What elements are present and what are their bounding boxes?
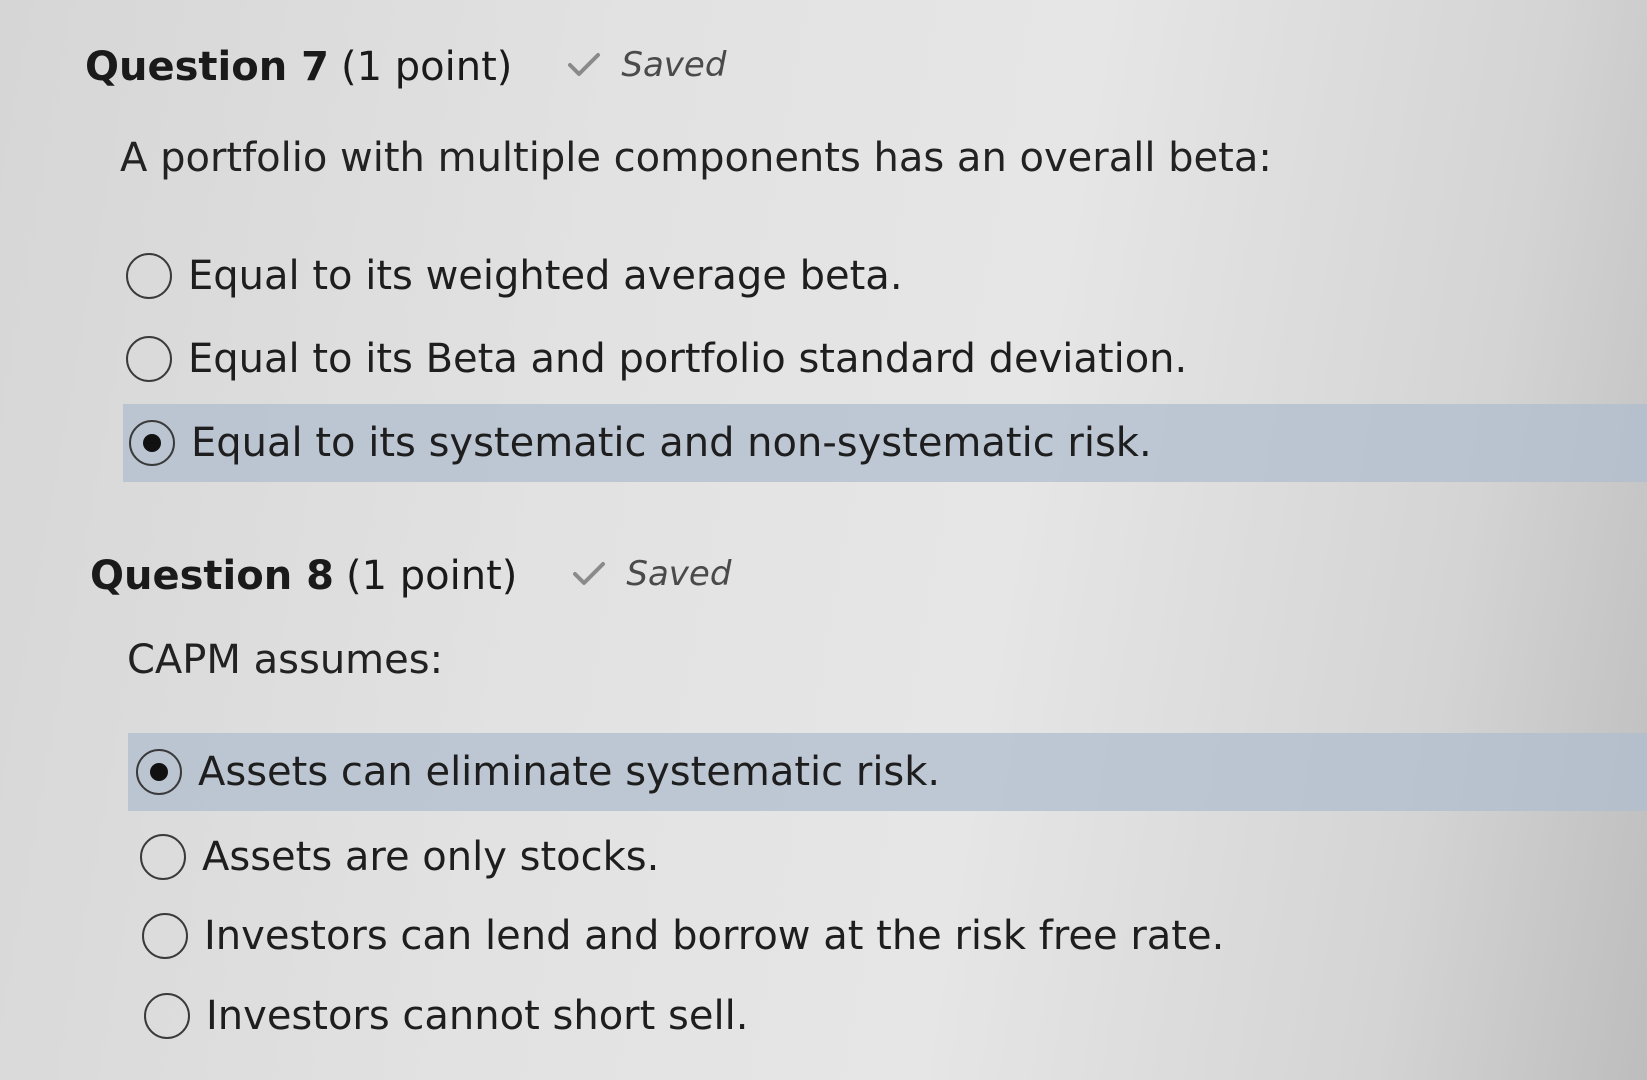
radio-button[interactable] bbox=[136, 749, 182, 795]
question-prompt: CAPM assumes: bbox=[127, 637, 444, 683]
answer-option[interactable]: Assets are only stocks. bbox=[140, 818, 1647, 896]
answer-label: Equal to its weighted average beta. bbox=[188, 253, 903, 299]
check-icon bbox=[568, 53, 601, 76]
saved-label: Saved bbox=[626, 554, 732, 594]
radio-dot bbox=[143, 434, 161, 452]
answer-label: Assets are only stocks. bbox=[202, 834, 660, 880]
answer-option[interactable]: Equal to its weighted average beta. bbox=[126, 237, 1647, 315]
question-title: Question 7 bbox=[85, 44, 329, 90]
answer-label: Assets can eliminate systematic risk. bbox=[198, 749, 941, 795]
answer-option-selected[interactable]: Assets can eliminate systematic risk. bbox=[128, 733, 1647, 811]
check-icon bbox=[573, 562, 606, 585]
answer-option[interactable]: Equal to its Beta and portfolio standard… bbox=[126, 320, 1647, 398]
question-points: (1 point) bbox=[345, 553, 518, 599]
answer-label: Investors can lend and borrow at the ris… bbox=[204, 913, 1225, 959]
question-points: (1 point) bbox=[340, 44, 513, 90]
quiz-page: Question 7 (1 point) Saved A portfolio w… bbox=[0, 0, 1647, 1080]
answer-option[interactable]: Investors cannot short sell. bbox=[144, 977, 1647, 1055]
question-header: Question 7 (1 point) Saved bbox=[85, 44, 726, 90]
saved-label: Saved bbox=[621, 45, 727, 85]
question-prompt: A portfolio with multiple components has… bbox=[120, 135, 1272, 181]
saved-status: Saved bbox=[567, 45, 726, 85]
answer-label: Equal to its systematic and non-systemat… bbox=[191, 420, 1152, 466]
answer-option[interactable]: Investors can lend and borrow at the ris… bbox=[142, 897, 1647, 975]
question-header: Question 8 (1 point) Saved bbox=[90, 553, 731, 599]
radio-button[interactable] bbox=[129, 420, 175, 466]
radio-button[interactable] bbox=[126, 253, 172, 299]
answer-option-selected[interactable]: Equal to its systematic and non-systemat… bbox=[123, 404, 1647, 482]
answer-label: Equal to its Beta and portfolio standard… bbox=[188, 336, 1188, 382]
answer-label: Investors cannot short sell. bbox=[206, 993, 749, 1039]
radio-button[interactable] bbox=[126, 336, 172, 382]
question-title: Question 8 bbox=[90, 553, 334, 599]
radio-button[interactable] bbox=[140, 834, 186, 880]
radio-button[interactable] bbox=[144, 993, 190, 1039]
saved-status: Saved bbox=[572, 554, 731, 594]
radio-dot bbox=[150, 763, 168, 781]
radio-button[interactable] bbox=[142, 913, 188, 959]
